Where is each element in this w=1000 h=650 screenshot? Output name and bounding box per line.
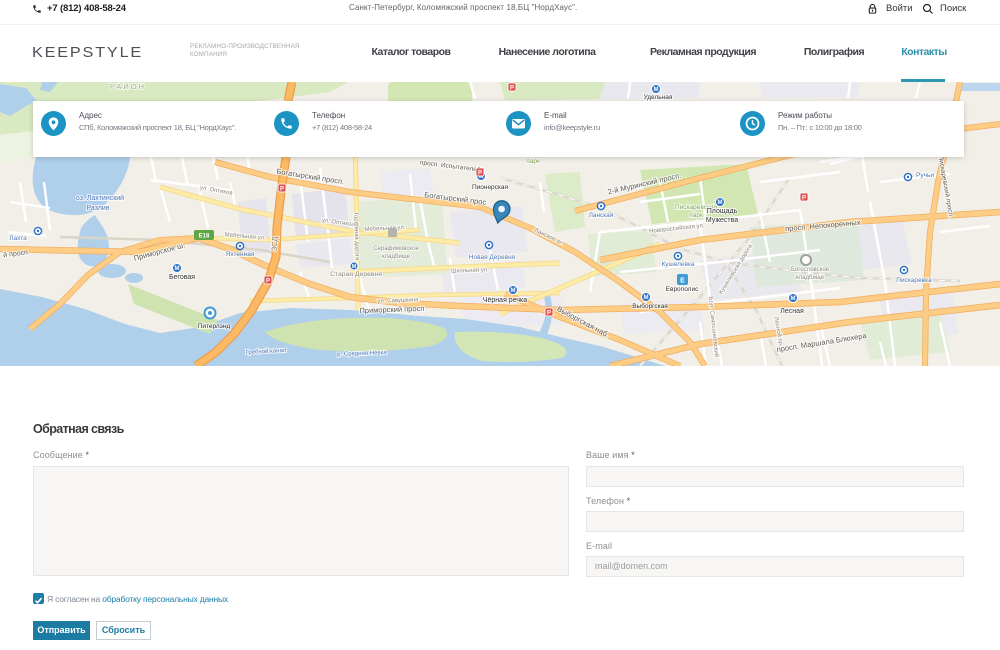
svg-text:Лахта: Лахта <box>9 235 27 242</box>
svg-text:РАЙОН: РАЙОН <box>110 82 146 91</box>
svg-text:М: М <box>643 295 648 301</box>
svg-text:парк: парк <box>526 158 540 165</box>
svg-text:кладбище: кладбище <box>796 275 825 281</box>
svg-text:М: М <box>352 264 357 270</box>
svg-text:Торфяная дорога: Торфяная дорога <box>352 212 360 261</box>
svg-text:парк: парк <box>689 212 703 219</box>
svg-text:P: P <box>266 278 270 284</box>
svg-text:кладбище: кладбище <box>382 254 411 260</box>
svg-text:E18: E18 <box>199 234 210 240</box>
svg-text:Старая Деревня: Старая Деревня <box>330 271 382 278</box>
svg-text:М: М <box>510 288 515 294</box>
svg-text:Серафимовское: Серафимовское <box>373 246 419 252</box>
svg-text:KEEPSTYLE: KEEPSTYLE <box>32 45 143 61</box>
svg-text:Новая Деревня: Новая Деревня <box>469 254 516 261</box>
svg-text:Кушелевка: Кушелевка <box>661 261 694 268</box>
svg-text:ЗСД: ЗСД <box>270 236 280 251</box>
svg-text:P: P <box>547 310 551 316</box>
svg-text:Выборгская: Выборгская <box>632 302 668 310</box>
svg-text:P: P <box>802 195 806 201</box>
svg-text:Чёрная речка: Чёрная речка <box>483 297 527 304</box>
svg-text:М: М <box>790 296 795 302</box>
svg-text:P: P <box>280 186 284 192</box>
svg-text:Пионерская: Пионерская <box>472 184 509 191</box>
svg-text:Разлив: Разлив <box>86 205 109 212</box>
svg-text:М: М <box>717 200 722 206</box>
svg-text:Приморский просп: Приморский просп <box>359 304 424 315</box>
svg-text:ул. Оптиков: ул. Оптиков <box>199 185 232 197</box>
svg-text:P: P <box>510 85 514 91</box>
svg-text:Богословское: Богословское <box>791 267 830 273</box>
svg-text:Питерлэнд: Питерлэнд <box>198 323 231 330</box>
svg-text:Площадь: Площадь <box>707 208 738 215</box>
svg-text:Европолис: Европолис <box>666 286 699 293</box>
svg-text:Мужества: Мужества <box>706 217 738 224</box>
svg-text:Е: Е <box>680 277 685 284</box>
svg-text:Лесная: Лесная <box>780 308 804 315</box>
svg-text:Ланская: Ланская <box>589 212 614 219</box>
svg-text:Яхтенная: Яхтенная <box>226 251 255 258</box>
svg-text:оз. Лахтинский: оз. Лахтинский <box>76 194 124 202</box>
svg-text:Беговая: Беговая <box>169 274 195 281</box>
svg-text:М: М <box>653 87 658 93</box>
svg-text:Ручьи: Ручьи <box>916 172 934 179</box>
svg-text:P: P <box>478 170 482 176</box>
svg-text:М: М <box>174 266 179 272</box>
svg-text:Удельная: Удельная <box>644 94 673 101</box>
svg-text:Пискаревка: Пискаревка <box>896 277 932 284</box>
